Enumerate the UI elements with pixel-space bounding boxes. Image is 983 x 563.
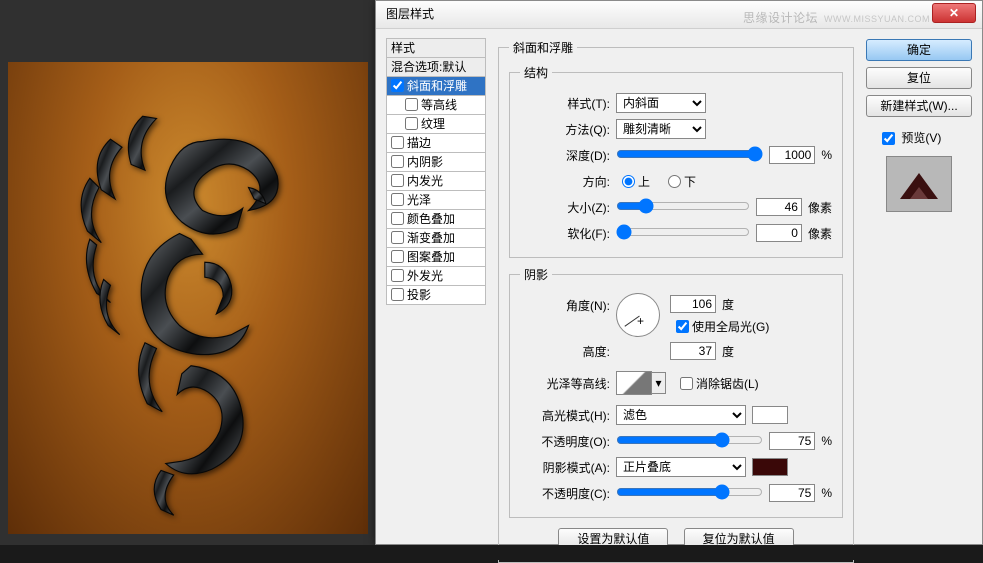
styles-list: 样式 混合选项:默认 斜面和浮雕 等高线 纹理 描边 内阴影 内发光 光泽 颜色…	[386, 39, 486, 534]
panel-title: 斜面和浮雕	[509, 39, 577, 56]
panel-fieldset: 斜面和浮雕 结构 样式(T): 内斜面 方法(Q): 雕刻清晰 深度(D):	[498, 39, 854, 563]
altitude-label: 高度:	[520, 343, 616, 360]
effect-satin[interactable]: 光泽	[386, 190, 486, 210]
highlight-color-swatch[interactable]	[752, 406, 788, 424]
effect-contour-check[interactable]	[405, 98, 418, 111]
highlight-opacity-label: 不透明度(O):	[520, 433, 616, 450]
effect-texture[interactable]: 纹理	[386, 114, 486, 134]
gloss-contour-picker[interactable]	[616, 371, 652, 395]
shadow-opacity-input[interactable]	[769, 484, 815, 502]
preview-check[interactable]	[882, 132, 895, 145]
settings-panel: 斜面和浮雕 结构 样式(T): 内斜面 方法(Q): 雕刻清晰 深度(D):	[492, 39, 860, 534]
effect-outer-glow[interactable]: 外发光	[386, 266, 486, 286]
depth-input[interactable]	[769, 146, 815, 164]
highlight-mode-select[interactable]: 滤色	[616, 405, 746, 425]
blend-options-row[interactable]: 混合选项:默认	[386, 57, 486, 77]
angle-input[interactable]	[670, 295, 716, 313]
effect-texture-check[interactable]	[405, 117, 418, 130]
global-light-check[interactable]	[676, 320, 689, 333]
style-label: 样式(T):	[520, 95, 616, 112]
shadow-color-swatch[interactable]	[752, 458, 788, 476]
canvas-area	[0, 0, 380, 545]
close-button[interactable]: ✕	[932, 3, 976, 23]
ok-button[interactable]: 确定	[866, 39, 972, 61]
styles-header[interactable]: 样式	[386, 38, 486, 58]
effect-color-overlay[interactable]: 颜色叠加	[386, 209, 486, 229]
shadow-opacity-slider[interactable]	[616, 484, 763, 500]
gloss-contour-label: 光泽等高线:	[520, 375, 616, 392]
size-slider[interactable]	[616, 198, 750, 214]
technique-label: 方法(Q):	[520, 121, 616, 138]
highlight-opacity-slider[interactable]	[616, 432, 763, 448]
shadow-opacity-label: 不透明度(C):	[520, 485, 616, 502]
highlight-mode-label: 高光模式(H):	[520, 407, 616, 424]
effect-stroke[interactable]: 描边	[386, 133, 486, 153]
highlight-opacity-input[interactable]	[769, 432, 815, 450]
angle-label: 角度(N):	[520, 293, 616, 314]
style-select[interactable]: 内斜面	[616, 93, 706, 113]
technique-select[interactable]: 雕刻清晰	[616, 119, 706, 139]
size-input[interactable]	[756, 198, 802, 216]
angle-dial[interactable]: +	[616, 293, 660, 337]
chevron-down-icon[interactable]: ▾	[652, 372, 666, 394]
watermark: 思缘设计论坛WWW.MISSYUAN.COM	[743, 5, 930, 32]
soften-label: 软化(F):	[520, 225, 616, 242]
soften-slider[interactable]	[616, 224, 750, 240]
preview-thumbnail	[886, 156, 952, 212]
close-icon: ✕	[949, 6, 959, 20]
effect-bevel[interactable]: 斜面和浮雕	[386, 76, 486, 96]
effect-inner-glow[interactable]: 内发光	[386, 171, 486, 191]
effect-contour[interactable]: 等高线	[386, 95, 486, 115]
shading-group: 阴影 角度(N): + 度	[509, 266, 843, 518]
antialias-check[interactable]	[680, 377, 693, 390]
effect-drop-shadow[interactable]: 投影	[386, 285, 486, 305]
direction-label: 方向:	[520, 173, 616, 190]
new-style-button[interactable]: 新建样式(W)...	[866, 95, 972, 117]
direction-up-radio[interactable]	[622, 175, 635, 188]
effect-grad-overlay[interactable]: 渐变叠加	[386, 228, 486, 248]
right-button-column: 确定 复位 新建样式(W)... 预览(V)	[860, 39, 972, 534]
soften-input[interactable]	[756, 224, 802, 242]
structure-group: 结构 样式(T): 内斜面 方法(Q): 雕刻清晰 深度(D): %	[509, 64, 843, 258]
altitude-input[interactable]	[670, 342, 716, 360]
dialog-titlebar[interactable]: 图层样式 思缘设计论坛WWW.MISSYUAN.COM ✕	[376, 1, 982, 29]
size-label: 大小(Z):	[520, 199, 616, 216]
layer-style-dialog: 图层样式 思缘设计论坛WWW.MISSYUAN.COM ✕ 样式 混合选项:默认…	[375, 0, 983, 545]
bottom-strip	[0, 545, 983, 560]
shadow-mode-select[interactable]: 正片叠底	[616, 457, 746, 477]
cancel-button[interactable]: 复位	[866, 67, 972, 89]
shadow-mode-label: 阴影模式(A):	[520, 459, 616, 476]
dialog-title: 图层样式	[386, 7, 434, 21]
dragon-artwork	[76, 104, 306, 524]
effect-bevel-check[interactable]	[391, 79, 404, 92]
effect-inner-shadow[interactable]: 内阴影	[386, 152, 486, 172]
depth-label: 深度(D):	[520, 147, 616, 164]
depth-slider[interactable]	[616, 146, 763, 162]
direction-down-radio[interactable]	[668, 175, 681, 188]
preview-label: 预览(V)	[901, 131, 941, 145]
effect-pat-overlay[interactable]: 图案叠加	[386, 247, 486, 267]
